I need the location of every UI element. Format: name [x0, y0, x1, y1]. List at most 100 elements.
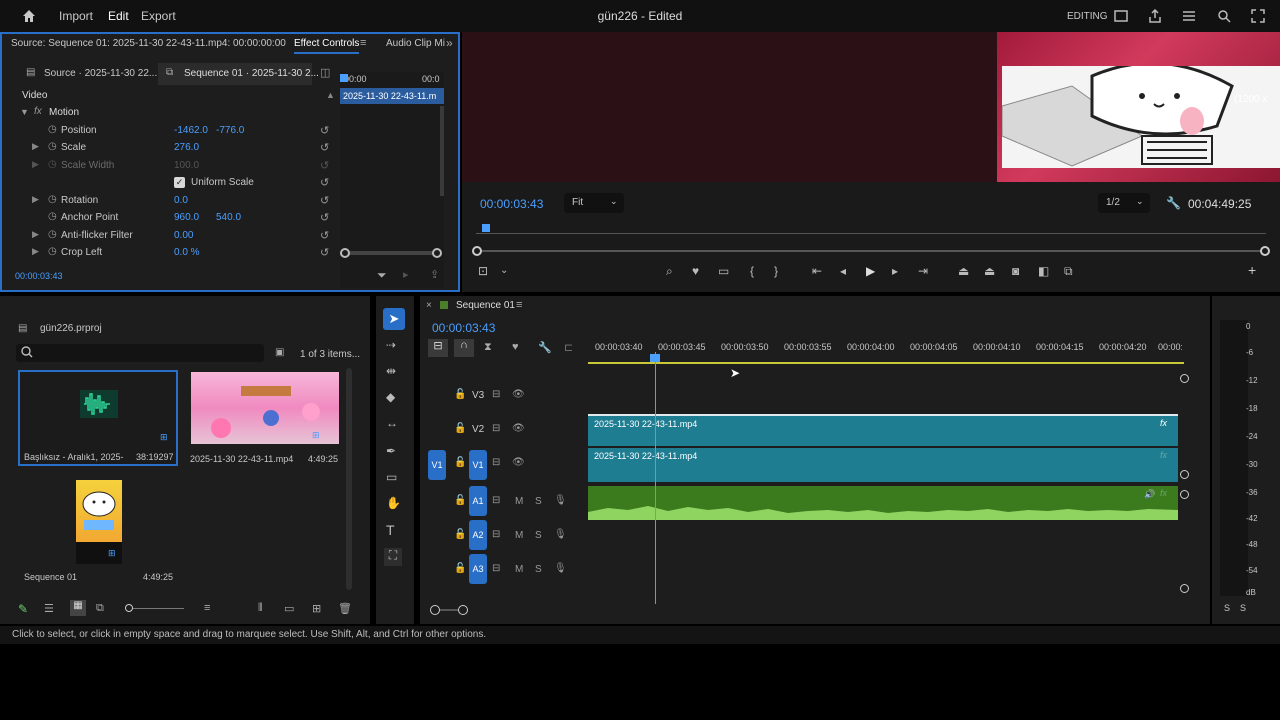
project-scrollbar[interactable]: [346, 368, 352, 590]
mark-out-icon[interactable]: }: [774, 264, 778, 278]
timeline-ruler[interactable]: 00:00:03:40 00:00:03:45 00:00:03:50 00:0…: [588, 338, 1184, 364]
resolution-dropdown[interactable]: 1/2 ⌄: [1098, 193, 1150, 213]
slider-handle[interactable]: [125, 604, 133, 612]
stopwatch-icon[interactable]: ◷: [48, 229, 57, 240]
lift-icon[interactable]: ⌕: [666, 264, 673, 279]
safe-frame-icon[interactable]: ▭: [718, 264, 729, 278]
position-x-value[interactable]: -1462.0: [174, 125, 208, 136]
automate-icon[interactable]: ⫴: [258, 602, 263, 615]
track-v3-header[interactable]: 🔓 V3 ⊟ 👁: [420, 380, 588, 414]
solo-button[interactable]: S: [535, 564, 542, 575]
fx-badge[interactable]: fx: [1160, 488, 1167, 498]
ripple-edit-tool-icon[interactable]: ⇹: [386, 364, 396, 378]
filter-icon[interactable]: ⏷: [377, 268, 387, 283]
compare-icon[interactable]: ◧: [1038, 264, 1049, 278]
zoom-handle-left[interactable]: [340, 248, 350, 258]
program-timecode[interactable]: 00:00:03:43: [480, 197, 543, 211]
workspaces-icon[interactable]: [1113, 8, 1129, 24]
tab-effect-controls[interactable]: Effect Controls: [294, 38, 360, 54]
stopwatch-icon[interactable]: ◷: [48, 211, 57, 222]
stopwatch-icon[interactable]: ◷: [48, 141, 57, 152]
work-area-bar[interactable]: [588, 362, 1184, 364]
position-y-value[interactable]: -776.0: [216, 125, 244, 136]
toggle-timeline-icon[interactable]: ◫: [320, 66, 330, 79]
lock-icon[interactable]: 🔓: [454, 457, 466, 468]
scroll-handle[interactable]: [1180, 470, 1189, 479]
bin-icon[interactable]: ▣: [275, 347, 284, 358]
eye-icon[interactable]: 👁: [512, 423, 525, 434]
zoom-handle-left[interactable]: [472, 246, 482, 256]
param-uniform-scale[interactable]: ✓ Uniform Scale ↺: [2, 175, 342, 192]
solo-button[interactable]: S: [535, 496, 542, 507]
track-a1-header[interactable]: 🔓 A1 ⊟ M S 🎙: [420, 486, 588, 520]
zoom-handle-right[interactable]: [458, 605, 468, 615]
microphone-icon[interactable]: 🎙: [554, 563, 567, 574]
ec-clip-bar[interactable]: 2025-11-30 22-43-11.m: [340, 88, 444, 104]
volume-icon[interactable]: 🔊: [1144, 489, 1155, 500]
zoom-handle-right[interactable]: [432, 248, 442, 258]
step-forward-icon[interactable]: ▸: [892, 264, 898, 278]
add-marker-icon[interactable]: ♥: [692, 264, 699, 278]
wrench-icon[interactable]: 🔧: [1166, 196, 1181, 210]
add-button-icon[interactable]: +: [1248, 262, 1256, 278]
lock-icon[interactable]: 🔓: [454, 389, 466, 400]
fullscreen-icon[interactable]: [1250, 8, 1266, 24]
track-target-a2[interactable]: A2: [469, 520, 487, 550]
camera-icon[interactable]: ◙: [1012, 264, 1019, 278]
stopwatch-icon[interactable]: ◷: [48, 194, 57, 205]
fx-badge[interactable]: fx: [1160, 450, 1167, 460]
program-playhead[interactable]: [482, 224, 490, 232]
add-marker-icon[interactable]: ♥: [512, 341, 519, 353]
workspace-label[interactable]: EDITING: [1067, 11, 1108, 22]
sync-lock-icon[interactable]: ⊟: [492, 529, 500, 540]
project-item-video[interactable]: ⊞ 2025-11-30 22-43-11.mp4 4:49:25: [188, 370, 340, 466]
zoom-dropdown[interactable]: Fit ⌄: [564, 193, 624, 213]
antiflicker-value[interactable]: 0.00: [174, 230, 193, 241]
generative-extend-tool-icon[interactable]: ⛶: [384, 548, 402, 566]
meter-solo-left[interactable]: S: [1224, 603, 1230, 613]
project-item-audio[interactable]: ⊞ Başlıksız - Aralık1, 2025-... 38:19297: [18, 370, 178, 466]
lift-edit-icon[interactable]: ⏏: [958, 264, 969, 278]
expand-chevron-icon[interactable]: ▶: [32, 229, 39, 240]
tab-audio-clip-mixer[interactable]: Audio Clip Mi: [386, 38, 445, 49]
anchor-x-value[interactable]: 960.0: [174, 212, 199, 223]
step-back-icon[interactable]: ◂: [840, 264, 846, 278]
chevron-down-icon[interactable]: ⌄: [500, 265, 508, 276]
captions-icon[interactable]: ⊏: [564, 341, 573, 354]
sort-icon[interactable]: ≡: [204, 602, 210, 614]
nest-icon[interactable]: ⊟: [428, 339, 448, 357]
sync-lock-icon[interactable]: ⊟: [492, 495, 500, 506]
pencil-icon[interactable]: ✎: [18, 602, 28, 616]
program-video-frame[interactable]: (1200 x: [462, 32, 1280, 182]
timeline-zoom-bar[interactable]: [430, 605, 468, 615]
uniform-scale-checkbox[interactable]: ✓: [174, 177, 185, 188]
hand-tool-icon[interactable]: ✋: [386, 496, 401, 510]
quick-export-icon[interactable]: [1181, 8, 1197, 24]
panel-menu-icon[interactable]: ≡: [360, 37, 366, 49]
scroll-handle[interactable]: [1180, 584, 1189, 593]
share-icon[interactable]: [1147, 8, 1163, 24]
project-item-sequence[interactable]: ⊞ Sequence 01 4:49:25: [18, 478, 178, 582]
fx-badge[interactable]: fx: [1160, 418, 1167, 428]
sync-lock-icon[interactable]: ⊟: [492, 423, 500, 434]
sync-lock-icon[interactable]: ⊟: [492, 389, 500, 400]
zoom-handle-right[interactable]: [1260, 246, 1270, 256]
expand-chevron-icon[interactable]: ▶: [32, 141, 39, 152]
meter-solo-right[interactable]: S: [1240, 603, 1246, 613]
close-icon[interactable]: ×: [426, 300, 432, 311]
source-patch-v1[interactable]: V1: [428, 450, 446, 480]
panel-menu-icon[interactable]: ≡: [516, 299, 522, 311]
effect-motion[interactable]: ▼ fx Motion: [2, 105, 342, 122]
list-view-icon[interactable]: ☰: [44, 602, 54, 615]
lock-icon[interactable]: 🔓: [454, 423, 466, 434]
slip-tool-icon[interactable]: ↔: [386, 416, 398, 430]
sequence-tab[interactable]: Sequence 01: [456, 300, 515, 311]
scale-value[interactable]: 276.0: [174, 142, 199, 153]
sync-lock-icon[interactable]: ⊟: [492, 457, 500, 468]
ec-mini-timeline[interactable]: 00:00 00:0 2025-11-30 22-43-11.m: [340, 72, 444, 288]
scroll-handle[interactable]: [1180, 490, 1189, 499]
overflow-chevron-icon[interactable]: »: [446, 36, 453, 50]
eye-icon[interactable]: 👁: [512, 457, 525, 468]
go-to-out-icon[interactable]: ⇥: [918, 264, 928, 278]
trash-icon[interactable]: 🗑: [338, 602, 352, 615]
